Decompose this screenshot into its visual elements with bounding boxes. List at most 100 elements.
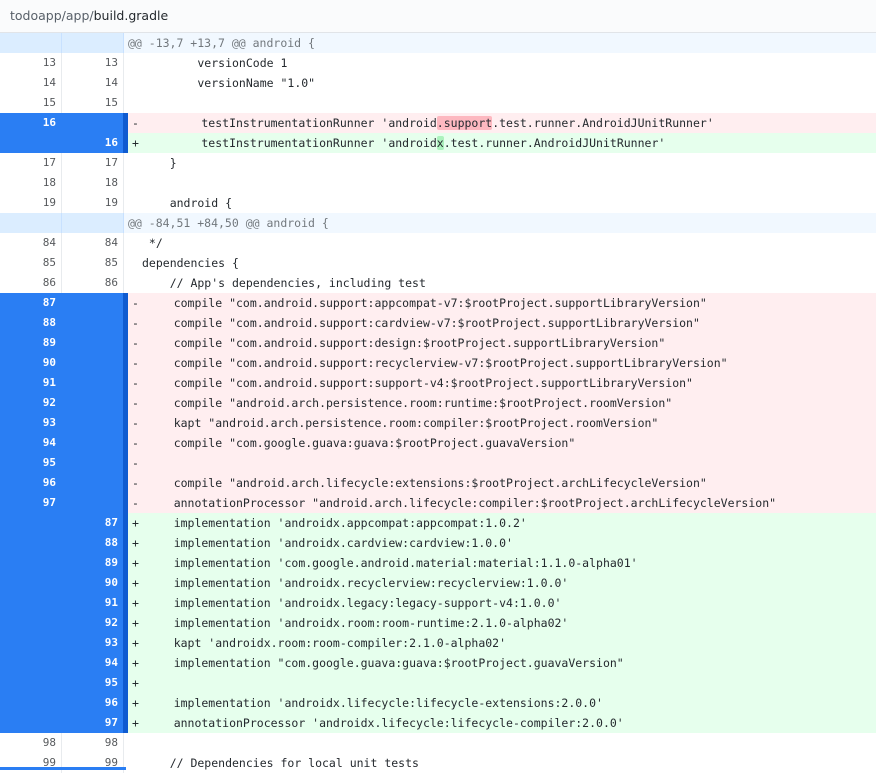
new-line-number[interactable] — [62, 353, 128, 373]
new-line-number[interactable]: 90 — [62, 573, 128, 593]
context-line-row: 17 17 } — [0, 153, 876, 173]
new-line-number[interactable]: 15 — [62, 93, 124, 113]
old-line-number[interactable] — [0, 553, 62, 573]
new-line-number[interactable]: 98 — [62, 733, 124, 753]
old-line-number[interactable]: 13 — [0, 53, 62, 73]
old-line-number[interactable] — [0, 573, 62, 593]
old-line-number[interactable]: 16 — [0, 113, 62, 133]
new-line-number[interactable]: 92 — [62, 613, 128, 633]
new-line-number[interactable]: 19 — [62, 193, 124, 213]
old-line-number[interactable]: 17 — [0, 153, 62, 173]
new-line-number[interactable]: 89 — [62, 553, 128, 573]
new-line-number[interactable]: 18 — [62, 173, 124, 193]
deleted-line-row: 90 - compile "com.android.support:recycle… — [0, 353, 876, 373]
new-line-number[interactable] — [62, 373, 128, 393]
deleted-line-row: 89 - compile "com.android.support:design:… — [0, 333, 876, 353]
old-line-number[interactable]: 98 — [0, 733, 62, 753]
new-line-number[interactable]: 17 — [62, 153, 124, 173]
old-line-number[interactable]: 88 — [0, 313, 62, 333]
code-line: // Dependencies for local unit tests — [142, 756, 419, 770]
code-line: kapt 'androidx.room:room-compiler:2.1.0-… — [146, 636, 507, 650]
old-line-number[interactable]: 91 — [0, 373, 62, 393]
context-line-row: 86 86 // App's dependencies, including te… — [0, 273, 876, 293]
old-line-number[interactable]: 84 — [0, 233, 62, 253]
old-line-number[interactable]: 85 — [0, 253, 62, 273]
old-line-number[interactable]: 95 — [0, 453, 62, 473]
new-line-number[interactable] — [62, 33, 124, 53]
diff-sign: - — [132, 376, 139, 390]
code-line: compile "com.android.support:design:$roo… — [146, 336, 666, 350]
breadcrumb-path[interactable]: todoapp/app/ — [10, 8, 94, 23]
new-line-number[interactable]: 86 — [62, 273, 124, 293]
old-line-number[interactable] — [0, 133, 62, 153]
old-line-number[interactable] — [0, 513, 62, 533]
new-line-number[interactable] — [62, 213, 124, 233]
breadcrumb-filename[interactable]: build.gradle — [94, 8, 169, 23]
diff-sign: + — [132, 516, 139, 530]
code-line: compile "com.android.support:cardview-v7… — [146, 316, 700, 330]
new-line-number[interactable] — [62, 433, 128, 453]
word-diff-highlight: .support — [436, 116, 493, 130]
old-line-number[interactable] — [0, 213, 62, 233]
diff-sign: + — [132, 556, 139, 570]
context-line-row: 13 13 versionCode 1 — [0, 53, 876, 73]
new-line-number[interactable] — [62, 313, 128, 333]
old-line-number[interactable] — [0, 673, 62, 693]
new-line-number[interactable] — [62, 113, 128, 133]
new-line-number[interactable]: 87 — [62, 513, 128, 533]
deleted-line-row: 94 - compile "com.google.guava:guava:$roo… — [0, 433, 876, 453]
new-line-number[interactable]: 13 — [62, 53, 124, 73]
old-line-number[interactable] — [0, 33, 62, 53]
old-line-number[interactable]: 96 — [0, 473, 62, 493]
old-line-number[interactable]: 97 — [0, 493, 62, 513]
new-line-number[interactable]: 97 — [62, 713, 128, 733]
new-line-number[interactable]: 88 — [62, 533, 128, 553]
new-line-number[interactable]: 94 — [62, 653, 128, 673]
added-line-row: 91 + implementation 'androidx.legacy:lega… — [0, 593, 876, 613]
new-line-number[interactable]: 16 — [62, 133, 128, 153]
old-line-number[interactable] — [0, 693, 62, 713]
old-line-number[interactable]: 86 — [0, 273, 62, 293]
new-line-number[interactable]: 91 — [62, 593, 128, 613]
new-line-number[interactable]: 96 — [62, 693, 128, 713]
old-line-number[interactable]: 92 — [0, 393, 62, 413]
new-line-number[interactable]: 14 — [62, 73, 124, 93]
old-line-number[interactable] — [0, 713, 62, 733]
new-line-number[interactable]: 84 — [62, 233, 124, 253]
old-line-number[interactable] — [0, 633, 62, 653]
new-line-number[interactable] — [62, 293, 128, 313]
old-line-number[interactable]: 18 — [0, 173, 62, 193]
new-line-number[interactable] — [62, 413, 128, 433]
context-line-row: 18 18 — [0, 173, 876, 193]
old-line-number[interactable] — [0, 593, 62, 613]
diff-sign: - — [132, 436, 139, 450]
old-line-number[interactable]: 15 — [0, 93, 62, 113]
old-line-number[interactable]: 19 — [0, 193, 62, 213]
old-line-number[interactable] — [0, 533, 62, 553]
old-line-number[interactable]: 87 — [0, 293, 62, 313]
new-line-number[interactable] — [62, 453, 128, 473]
diff-sign: + — [132, 636, 139, 650]
old-line-number[interactable]: 99 — [0, 753, 62, 773]
new-line-number[interactable]: 85 — [62, 253, 124, 273]
new-line-number[interactable] — [62, 493, 128, 513]
new-line-number[interactable] — [62, 393, 128, 413]
old-line-number[interactable]: 94 — [0, 433, 62, 453]
new-line-number[interactable]: 95 — [62, 673, 128, 693]
old-line-number[interactable]: 90 — [0, 353, 62, 373]
new-line-number[interactable] — [62, 333, 128, 353]
old-line-number[interactable]: 89 — [0, 333, 62, 353]
new-line-number[interactable]: 99 — [62, 753, 124, 773]
code-line: // App's dependencies, including test — [142, 276, 426, 290]
diff-sign: + — [132, 136, 139, 150]
old-line-number[interactable]: 93 — [0, 413, 62, 433]
deleted-line-row: 91 - compile "com.android.support:support… — [0, 373, 876, 393]
new-line-number[interactable] — [62, 473, 128, 493]
context-line-row: 99 99 // Dependencies for local unit test… — [0, 753, 876, 773]
old-line-number[interactable]: 14 — [0, 73, 62, 93]
code-line: dependencies { — [142, 256, 239, 270]
old-line-number[interactable] — [0, 653, 62, 673]
old-line-number[interactable] — [0, 613, 62, 633]
new-line-number[interactable]: 93 — [62, 633, 128, 653]
